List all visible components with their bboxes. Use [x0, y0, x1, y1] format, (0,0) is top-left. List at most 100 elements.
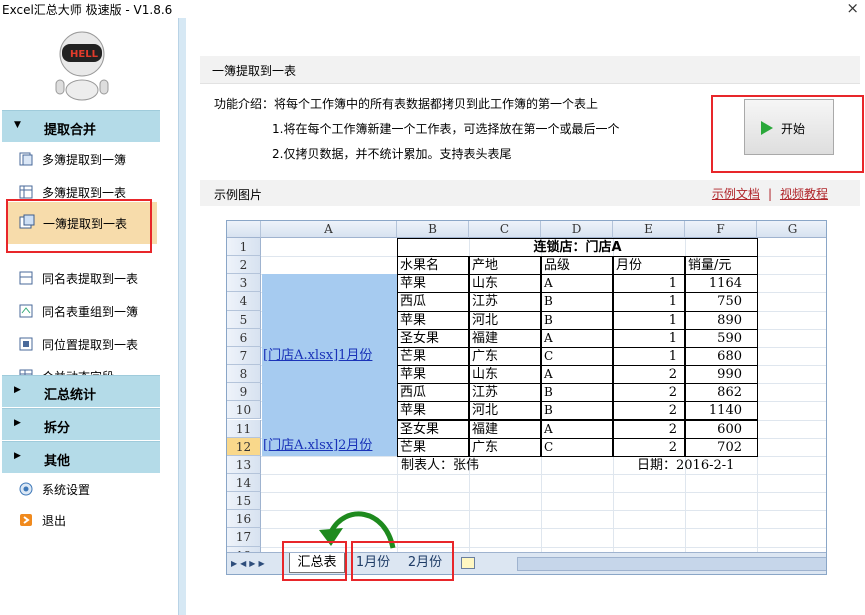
- table-cell: 福建: [472, 421, 499, 437]
- table-cell: B: [544, 312, 553, 327]
- table-cell: C: [544, 348, 554, 363]
- table-cell: 山东: [472, 276, 499, 292]
- regroup-icon: [19, 304, 33, 318]
- sidebar: HELL ▼ 提取合并 多簿提取到一簿 多簿提取到一表 一簿提取到一表 同名表提…: [0, 18, 178, 615]
- row-header: 8: [227, 365, 261, 384]
- table-header-cell: 水果名: [400, 258, 440, 274]
- highlight-box-month-tabs: [351, 541, 454, 581]
- sample-doc-link[interactable]: 示例文档: [712, 187, 760, 201]
- new-sheet-icon[interactable]: [461, 557, 475, 569]
- table-cell: 1: [668, 330, 677, 346]
- section-other[interactable]: ▶ 其他: [2, 441, 160, 473]
- sample-header: 示例图片 示例文档 | 视频教程: [200, 180, 860, 206]
- table-cell: 江苏: [472, 385, 499, 401]
- table-cell: 1: [668, 294, 677, 310]
- column-header-b: B: [397, 221, 469, 238]
- table-cell: 1: [668, 276, 677, 292]
- table-header-cell: 产地: [472, 258, 499, 274]
- row-header: 15: [227, 492, 261, 511]
- chevron-right-icon: ▶: [14, 418, 21, 428]
- table-title: 连锁店：门店A: [533, 240, 622, 255]
- row-header: 16: [227, 510, 261, 529]
- table-cell: 苹果: [400, 367, 427, 383]
- sidebar-splitter[interactable]: [178, 18, 186, 615]
- link-cell-month1[interactable]: [门店A.xlsx]1月份: [263, 347, 372, 364]
- row-header: 17: [227, 528, 261, 547]
- row-header: 2: [227, 256, 261, 275]
- sidebar-item-exit[interactable]: 退出: [14, 508, 164, 532]
- row-gridline: [261, 492, 826, 494]
- table-cell: A: [544, 330, 553, 345]
- highlight-box-summary-tab: [282, 541, 347, 581]
- table-cell: A: [544, 367, 553, 382]
- select-all-corner: [227, 221, 261, 238]
- sidebar-item-same-position[interactable]: 同位置提取到一表: [14, 332, 164, 356]
- window-title: Excel汇总大师 极速版 - V1.8.6: [2, 3, 173, 17]
- row-header: 10: [227, 401, 261, 420]
- sheet-icon: [19, 271, 33, 285]
- table-cell: 河北: [472, 312, 499, 328]
- intro-line-2: 1.将在每个工作簿新建一个工作表，可选择放在第一个或最后一个: [272, 122, 620, 136]
- row-header: 3: [227, 274, 261, 293]
- table-cell: 芒果: [400, 439, 427, 455]
- sidebar-item-same-name-to-sheet[interactable]: 同名表提取到一表: [14, 266, 164, 290]
- table-cell: B: [544, 403, 553, 418]
- sample-links: 示例文档 | 视频教程: [712, 185, 828, 202]
- row-gridline: [261, 473, 826, 475]
- row-header: 14: [227, 473, 261, 493]
- table-cell: 1164: [708, 276, 742, 292]
- section-label: 提取合并: [44, 123, 97, 138]
- column-header-a: A: [261, 221, 397, 238]
- table-cell: 680: [717, 348, 742, 364]
- chevron-right-icon: ▶: [14, 451, 21, 461]
- link-cell-month2[interactable]: [门店A.xlsx]2月份: [263, 437, 372, 454]
- sidebar-item-same-name-regroup[interactable]: 同名表重组到一簿: [14, 299, 164, 323]
- table-cell: 890: [717, 312, 742, 328]
- row-header: 1: [227, 238, 261, 257]
- panel-header: 一簿提取到一表: [200, 56, 860, 84]
- row-header: 5: [227, 310, 261, 329]
- sidebar-item-label: 同名表重组到一簿: [42, 305, 139, 319]
- sheet-nav-arrows-icon[interactable]: ▶◀▶▶: [231, 559, 268, 568]
- table-cell: 广东: [472, 439, 499, 455]
- row-header: 11: [227, 419, 261, 438]
- highlight-box-sidebar: [6, 199, 152, 253]
- section-split[interactable]: ▶ 拆分: [2, 408, 160, 440]
- table-cell: C: [544, 439, 554, 454]
- robot-screen-text: HELL: [70, 49, 99, 60]
- table-cell: 福建: [472, 330, 499, 346]
- column-header-c: C: [469, 221, 541, 238]
- table-cell: 圣女果: [400, 330, 440, 346]
- table-cell: 2: [668, 439, 677, 455]
- table-cell: 600: [717, 421, 742, 437]
- video-tutorial-link[interactable]: 视频教程: [780, 187, 828, 201]
- table-cell: A: [544, 421, 553, 436]
- row-header: 4: [227, 292, 261, 311]
- table-cell: 苹果: [400, 312, 427, 328]
- table-cell: 山东: [472, 367, 499, 383]
- chevron-right-icon: ▶: [14, 385, 21, 395]
- sidebar-item-label: 同名表提取到一表: [42, 272, 139, 286]
- exit-icon: [20, 514, 32, 526]
- table-header-cell: 月份: [616, 258, 643, 274]
- position-icon: [19, 337, 33, 351]
- column-header-g: G: [757, 221, 826, 238]
- sidebar-item-label: 系统设置: [42, 483, 91, 497]
- row-header: 7: [227, 346, 261, 366]
- section-summary-stats[interactable]: ▶ 汇总统计: [2, 375, 160, 407]
- section-extract-merge[interactable]: ▼ 提取合并: [2, 110, 160, 142]
- table-cell: 西瓜: [400, 294, 427, 310]
- horizontal-scrollbar[interactable]: [517, 557, 826, 571]
- section-label: 汇总统计: [44, 388, 97, 403]
- sample-title: 示例图片: [214, 188, 263, 202]
- table-cell: 590: [717, 330, 742, 346]
- close-icon[interactable]: ×: [846, 0, 859, 17]
- settings-icon: [19, 482, 33, 496]
- sidebar-item-multi-book-to-book[interactable]: 多簿提取到一簿: [14, 147, 164, 171]
- merged-cell-a: [262, 274, 398, 456]
- sidebar-item-system-settings[interactable]: 系统设置: [14, 477, 164, 501]
- table-cell: 1140: [708, 403, 742, 419]
- maker-label: 制表人：张伟: [401, 458, 480, 473]
- table-cell: 广东: [472, 348, 499, 364]
- column-header-f: F: [685, 221, 757, 238]
